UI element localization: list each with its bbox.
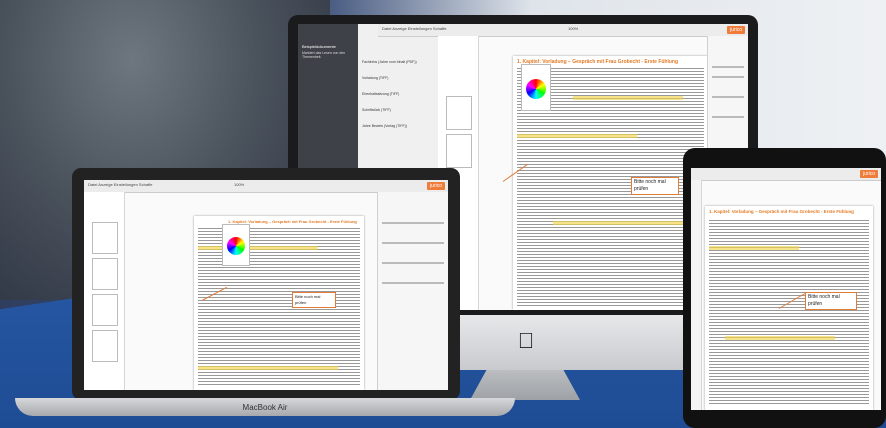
imac-toolbar: Datei Anzeige Einstellungen Schaffe 100%… [378, 24, 748, 37]
sidebar-item[interactable]: Schriftstück (TIFF) [362, 108, 391, 112]
document-page[interactable]: 1. Kapitel: Vorladung – Gespräch mit Fra… [513, 56, 708, 310]
sticky-note[interactable]: Bitte noch mal prüfen [292, 292, 336, 308]
color-picker-popup[interactable] [222, 224, 250, 266]
brand-button[interactable]: jurico [860, 170, 878, 178]
page-thumbnail[interactable] [92, 330, 118, 362]
imac-stand [470, 370, 580, 400]
color-picker-popup[interactable] [521, 64, 551, 111]
ipad-screen: jurico 1. Kapitel: Vorladung – Gespräch … [691, 168, 881, 410]
brand-button[interactable]: jurico [727, 26, 745, 34]
macbook-screen: Datei Anzeige Einstellungen Schaffe 100%… [84, 180, 448, 390]
page-thumbnail[interactable] [446, 96, 472, 130]
note-line: prüfen [295, 300, 307, 305]
zoom-level[interactable]: 100% [234, 182, 244, 187]
sidebar-subtitle: Markiert das Lesen von den Themenbeit. [302, 51, 346, 59]
ipad-toolbar: jurico [691, 168, 881, 181]
note-line: prüfen [634, 186, 649, 192]
apple-logo-icon:  [515, 328, 537, 354]
document-page[interactable]: 1. Kapitel: Vorladung – Gespräch mit Fra… [705, 206, 873, 410]
sticky-note[interactable]: Bitte noch mal prüfen [805, 292, 857, 310]
macbook-label: MacBook Air [242, 403, 288, 412]
sidebar-item[interactable]: Jahre Beweis (Vorlag (TIFF)) [362, 124, 407, 128]
thumbnail-panel [84, 192, 125, 390]
note-line: Bitte noch mal [808, 294, 840, 300]
page-thumbnail[interactable] [92, 222, 118, 254]
annotation-panel [377, 192, 448, 390]
page-thumbnail[interactable] [92, 294, 118, 326]
sidebar-item[interactable]: Fachinfos (Jahre vom Inhalt (PDF)) [362, 60, 417, 64]
brand-button[interactable]: jurico [427, 182, 445, 190]
sidebar-title: Beispieldokumente [302, 44, 336, 49]
page-thumbnail[interactable] [92, 258, 118, 290]
sidebar-item[interactable]: Vorladung (TIFF) [362, 76, 388, 80]
color-wheel[interactable] [526, 79, 546, 99]
note-line: Bitte noch mal [634, 179, 666, 185]
document-heading: 1. Kapitel: Vorladung – Gespräch mit Fra… [709, 209, 854, 214]
page-thumbnail[interactable] [446, 134, 472, 168]
document-page[interactable]: 1. Kapitel: Vorladung – Gespräch mit Fra… [194, 216, 364, 390]
tool-strip [691, 180, 702, 410]
menu-bar[interactable]: Datei Anzeige Einstellungen Schaffe [382, 26, 446, 31]
sidebar-item[interactable]: Ehenhaltssitzung (TIFF) [362, 92, 399, 96]
note-line: prüfen [808, 301, 823, 307]
menu-bar[interactable]: Datei Anzeige Einstellungen Schaffe [88, 182, 152, 187]
color-wheel[interactable] [227, 237, 245, 255]
zoom-level[interactable]: 100% [568, 26, 578, 31]
sticky-note[interactable]: Bitte noch mal prüfen [631, 177, 679, 195]
